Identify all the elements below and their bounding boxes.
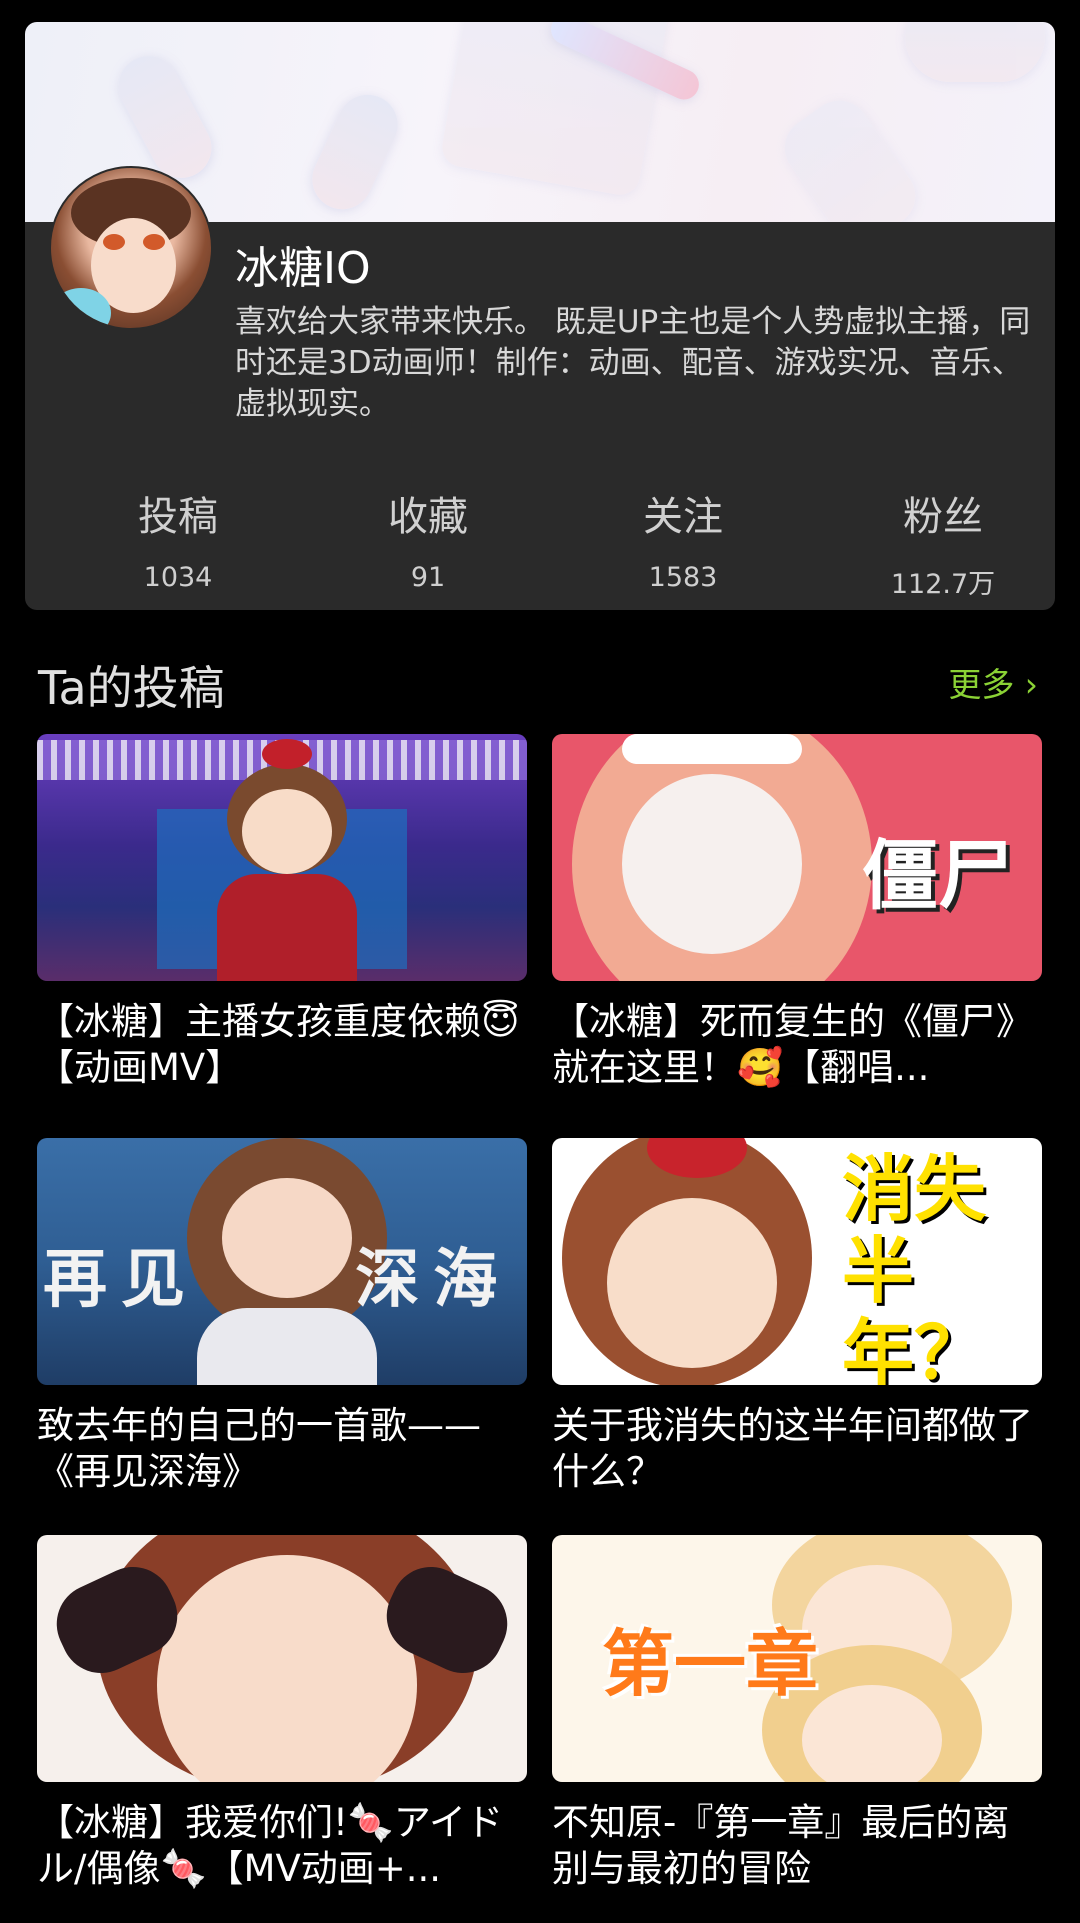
- video-title[interactable]: 【冰糖】我爱你们!🍬アイドル/偶像🍬【MV动画+...: [37, 1800, 527, 1892]
- stat-value: 1034: [143, 562, 213, 593]
- profile-name: 冰糖IO: [235, 243, 371, 294]
- video-thumbnail[interactable]: 再见 深海: [37, 1138, 527, 1385]
- avatar[interactable]: [49, 166, 213, 330]
- more-link[interactable]: 更多 ›: [948, 658, 1038, 706]
- thumbnail-caption: 第一章: [602, 1622, 819, 1706]
- video-thumbnail[interactable]: 消失 半年？: [552, 1138, 1042, 1385]
- video-thumbnail[interactable]: [37, 734, 527, 981]
- video-thumbnail[interactable]: 僵尸: [552, 734, 1042, 981]
- video-card[interactable]: 第一章 不知原-『第一章』最后的离别与最初的冒险: [552, 1535, 1042, 1892]
- video-title[interactable]: 【冰糖】死而复生的《僵尸》就在这里！🥰【翻唱...: [552, 999, 1042, 1091]
- stat-favorites[interactable]: 收藏 91: [328, 484, 528, 593]
- stats-row: 投稿 1034 收藏 91 关注 1583 粉丝 112.7万: [25, 484, 1055, 600]
- stat-uploads[interactable]: 投稿 1034: [78, 484, 278, 593]
- stat-value: 1583: [648, 562, 718, 593]
- stat-label: 关注: [643, 494, 723, 540]
- video-card[interactable]: 僵尸 【冰糖】死而复生的《僵尸》就在这里！🥰【翻唱...: [552, 734, 1042, 1091]
- video-card[interactable]: 消失 半年？ 关于我消失的这半年间都做了什么？: [552, 1138, 1042, 1495]
- video-card[interactable]: 【冰糖】主播女孩重度依赖😇【动画MV】: [37, 734, 527, 1091]
- video-title[interactable]: 不知原-『第一章』最后的离别与最初的冒险: [552, 1800, 1042, 1892]
- video-title[interactable]: 关于我消失的这半年间都做了什么？: [552, 1403, 1042, 1495]
- stat-label: 收藏: [388, 494, 468, 540]
- profile-bio: 喜欢给大家带来快乐。 既是UP主也是个人势虚拟主播，同时还是3D动画师！制作：动…: [235, 304, 1031, 422]
- stat-label: 粉丝: [903, 494, 983, 540]
- stat-value: 112.7万: [890, 569, 996, 600]
- video-card[interactable]: 【冰糖】我爱你们!🍬アイドル/偶像🍬【MV动画+...: [37, 1535, 527, 1892]
- uploads-section-title: Ta的投稿: [38, 661, 225, 715]
- thumbnail-caption: 再见 深海: [43, 1243, 512, 1317]
- profile-card: 冰糖IO 喜欢给大家带来快乐。 既是UP主也是个人势虚拟主播，同时还是3D动画师…: [25, 22, 1055, 610]
- video-thumbnail[interactable]: [37, 1535, 527, 1782]
- stat-following[interactable]: 关注 1583: [583, 484, 783, 593]
- video-title[interactable]: 致去年的自己的一首歌——《再见深海》: [37, 1403, 527, 1495]
- stat-label: 投稿: [138, 494, 218, 540]
- video-thumbnail[interactable]: 第一章: [552, 1535, 1042, 1782]
- thumbnail-caption: 僵尸: [862, 831, 1014, 920]
- stat-fans[interactable]: 粉丝 112.7万: [843, 484, 1043, 601]
- video-title[interactable]: 【冰糖】主播女孩重度依赖😇【动画MV】: [37, 999, 527, 1091]
- thumbnail-caption: 消失 半年？: [842, 1147, 987, 1385]
- video-card[interactable]: 再见 深海 致去年的自己的一首歌——《再见深海》: [37, 1138, 527, 1495]
- stat-value: 91: [410, 562, 446, 593]
